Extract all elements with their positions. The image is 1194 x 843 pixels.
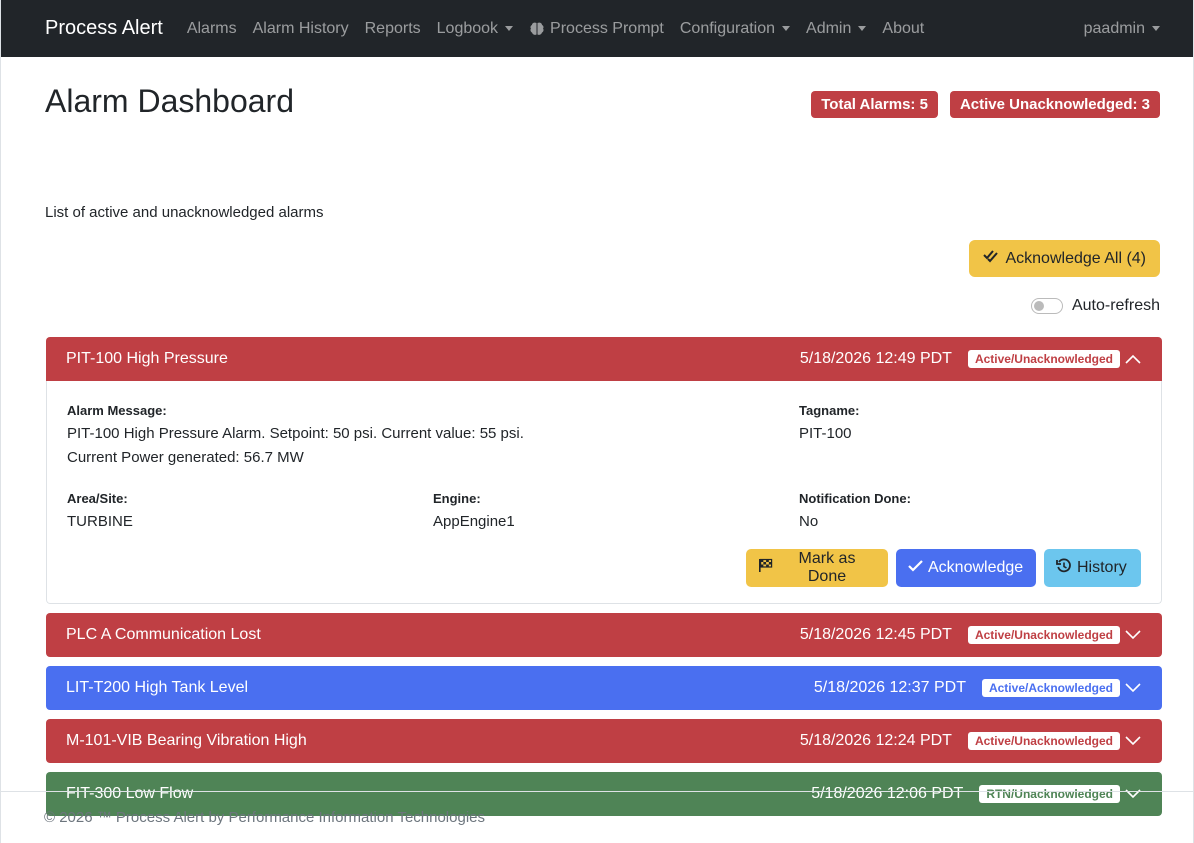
alarm-name: PLC A Communication Lost: [66, 626, 261, 643]
acknowledge-all-button[interactable]: Acknowledge All (4): [969, 240, 1160, 277]
acknowledge-label: Acknowledge: [928, 559, 1024, 576]
caret-down-icon: [1152, 26, 1160, 31]
alarm-details: Alarm Message: PIT-100 High Pressure Ala…: [46, 381, 1162, 604]
page-title: Alarm Dashboard: [45, 83, 294, 119]
alarm-message-line1: PIT-100 High Pressure Alarm. Setpoint: 5…: [67, 425, 524, 442]
check-icon: [908, 559, 923, 577]
active-unack-badge: Active Unacknowledged: 3: [949, 91, 1160, 118]
history-label: History: [1077, 559, 1127, 576]
alarm-state-badge: Active/Unacknowledged: [967, 626, 1120, 644]
nav-alarms-label: Alarms: [186, 19, 237, 37]
caret-down-icon: [505, 26, 514, 31]
alarm-header[interactable]: M-101-VIB Bearing Vibration High 5/18/20…: [46, 719, 1162, 763]
user-name: paadmin: [1083, 19, 1145, 37]
tagname-label: Tagname:: [799, 403, 860, 418]
nav-alarm-history-label: Alarm History: [252, 19, 349, 37]
nav-about[interactable]: About: [882, 20, 924, 38]
auto-refresh-toggle[interactable]: [1030, 298, 1063, 314]
nav-process-prompt[interactable]: Process Prompt: [529, 20, 664, 38]
check-double-icon: [983, 249, 999, 268]
nav-logbook-label: Logbook: [436, 19, 499, 37]
alarm-time: 5/18/2026 12:37 PDT: [813, 679, 966, 696]
alarm-message-line2: Current Power generated: 56.7 MW: [67, 449, 304, 466]
auto-refresh-control: Auto-refresh: [1030, 297, 1160, 315]
alarm-item: PIT-100 High Pressure 5/18/2026 12:49 PD…: [46, 337, 1162, 604]
alarm-name: PIT-100 High Pressure: [66, 350, 228, 367]
page-subtitle: List of active and unacknowledged alarms: [45, 204, 324, 221]
alarm-time: 5/18/2026 12:45 PDT: [799, 626, 952, 643]
alarm-time: 5/18/2026 12:49 PDT: [799, 350, 952, 367]
alarm-state-badge: Active/Unacknowledged: [967, 732, 1120, 750]
user-menu-dropdown[interactable]: paadmin: [1084, 0, 1160, 57]
caret-down-icon: [782, 26, 791, 31]
nav-logbook-dropdown[interactable]: Logbook: [436, 19, 514, 38]
alarm-state-badge: Active/Unacknowledged: [967, 350, 1120, 368]
nav-admin-label: Admin: [806, 19, 852, 37]
nav-menu: Alarms Alarm History Reports Logbook Pro…: [187, 20, 940, 38]
auto-refresh-label: Auto-refresh: [1071, 297, 1160, 314]
alarm-header[interactable]: PLC A Communication Lost 5/18/2026 12:45…: [46, 613, 1162, 657]
alarm-message-label: Alarm Message:: [67, 403, 167, 418]
nav-about-label: About: [882, 19, 925, 37]
alarm-state-badge: Active/Acknowledged: [981, 679, 1120, 697]
nav-process-prompt-label: Process Prompt: [550, 19, 664, 37]
area-site-label: Area/Site:: [67, 491, 128, 506]
brain-icon: [529, 21, 545, 37]
summary-badges: Total Alarms: 5 Active Unacknowledged: 3: [811, 91, 1160, 118]
page-footer: © 2026 ™ Process Alert by Performance In…: [0, 791, 1194, 843]
alarm-header[interactable]: LIT-T200 High Tank Level 5/18/2026 12:37…: [46, 666, 1162, 710]
top-navbar: Process Alert Alarms Alarm History Repor…: [1, 0, 1193, 57]
brand-logo[interactable]: Process Alert: [45, 17, 163, 40]
engine-label: Engine:: [433, 491, 481, 506]
tagname-value: PIT-100: [799, 425, 852, 442]
mark-as-done-button[interactable]: Mark as Done: [746, 549, 888, 587]
chevron-down-icon: [1124, 679, 1142, 697]
alarm-item: LIT-T200 High Tank Level 5/18/2026 12:37…: [46, 666, 1162, 710]
history-icon: [1056, 557, 1072, 579]
notification-done-label: Notification Done:: [799, 491, 911, 506]
engine-value: AppEngine1: [433, 513, 515, 530]
alarm-list: PIT-100 High Pressure 5/18/2026 12:49 PD…: [46, 337, 1162, 825]
nav-reports[interactable]: Reports: [365, 20, 421, 38]
nav-alarm-history[interactable]: Alarm History: [253, 20, 349, 38]
footer-text: © 2026 ™ Process Alert by Performance In…: [44, 809, 485, 826]
alarm-time: 5/18/2026 12:24 PDT: [799, 732, 952, 749]
alarm-name: LIT-T200 High Tank Level: [66, 679, 249, 696]
nav-configuration-dropdown[interactable]: Configuration: [679, 19, 791, 38]
alarm-item: PLC A Communication Lost 5/18/2026 12:45…: [46, 613, 1162, 657]
acknowledge-all-label: Acknowledge All (4): [1005, 249, 1146, 267]
history-button[interactable]: History: [1044, 549, 1141, 587]
nav-reports-label: Reports: [364, 19, 421, 37]
acknowledge-button[interactable]: Acknowledge: [896, 549, 1036, 587]
notification-done-value: No: [799, 513, 819, 530]
flag-checkered-icon: [758, 558, 773, 578]
caret-down-icon: [858, 26, 867, 31]
nav-admin-dropdown[interactable]: Admin: [806, 19, 867, 38]
alarm-item: M-101-VIB Bearing Vibration High 5/18/20…: [46, 719, 1162, 763]
nav-alarms[interactable]: Alarms: [187, 20, 237, 38]
nav-configuration-label: Configuration: [679, 19, 776, 37]
alarm-header[interactable]: PIT-100 High Pressure 5/18/2026 12:49 PD…: [46, 337, 1162, 381]
total-alarms-badge: Total Alarms: 5: [811, 91, 938, 118]
chevron-down-icon: [1124, 732, 1142, 750]
chevron-up-icon: [1124, 350, 1142, 368]
chevron-down-icon: [1124, 626, 1142, 644]
area-site-value: TURBINE: [67, 513, 133, 530]
alarm-name: M-101-VIB Bearing Vibration High: [66, 732, 307, 749]
mark-as-done-label: Mark as Done: [798, 550, 856, 585]
